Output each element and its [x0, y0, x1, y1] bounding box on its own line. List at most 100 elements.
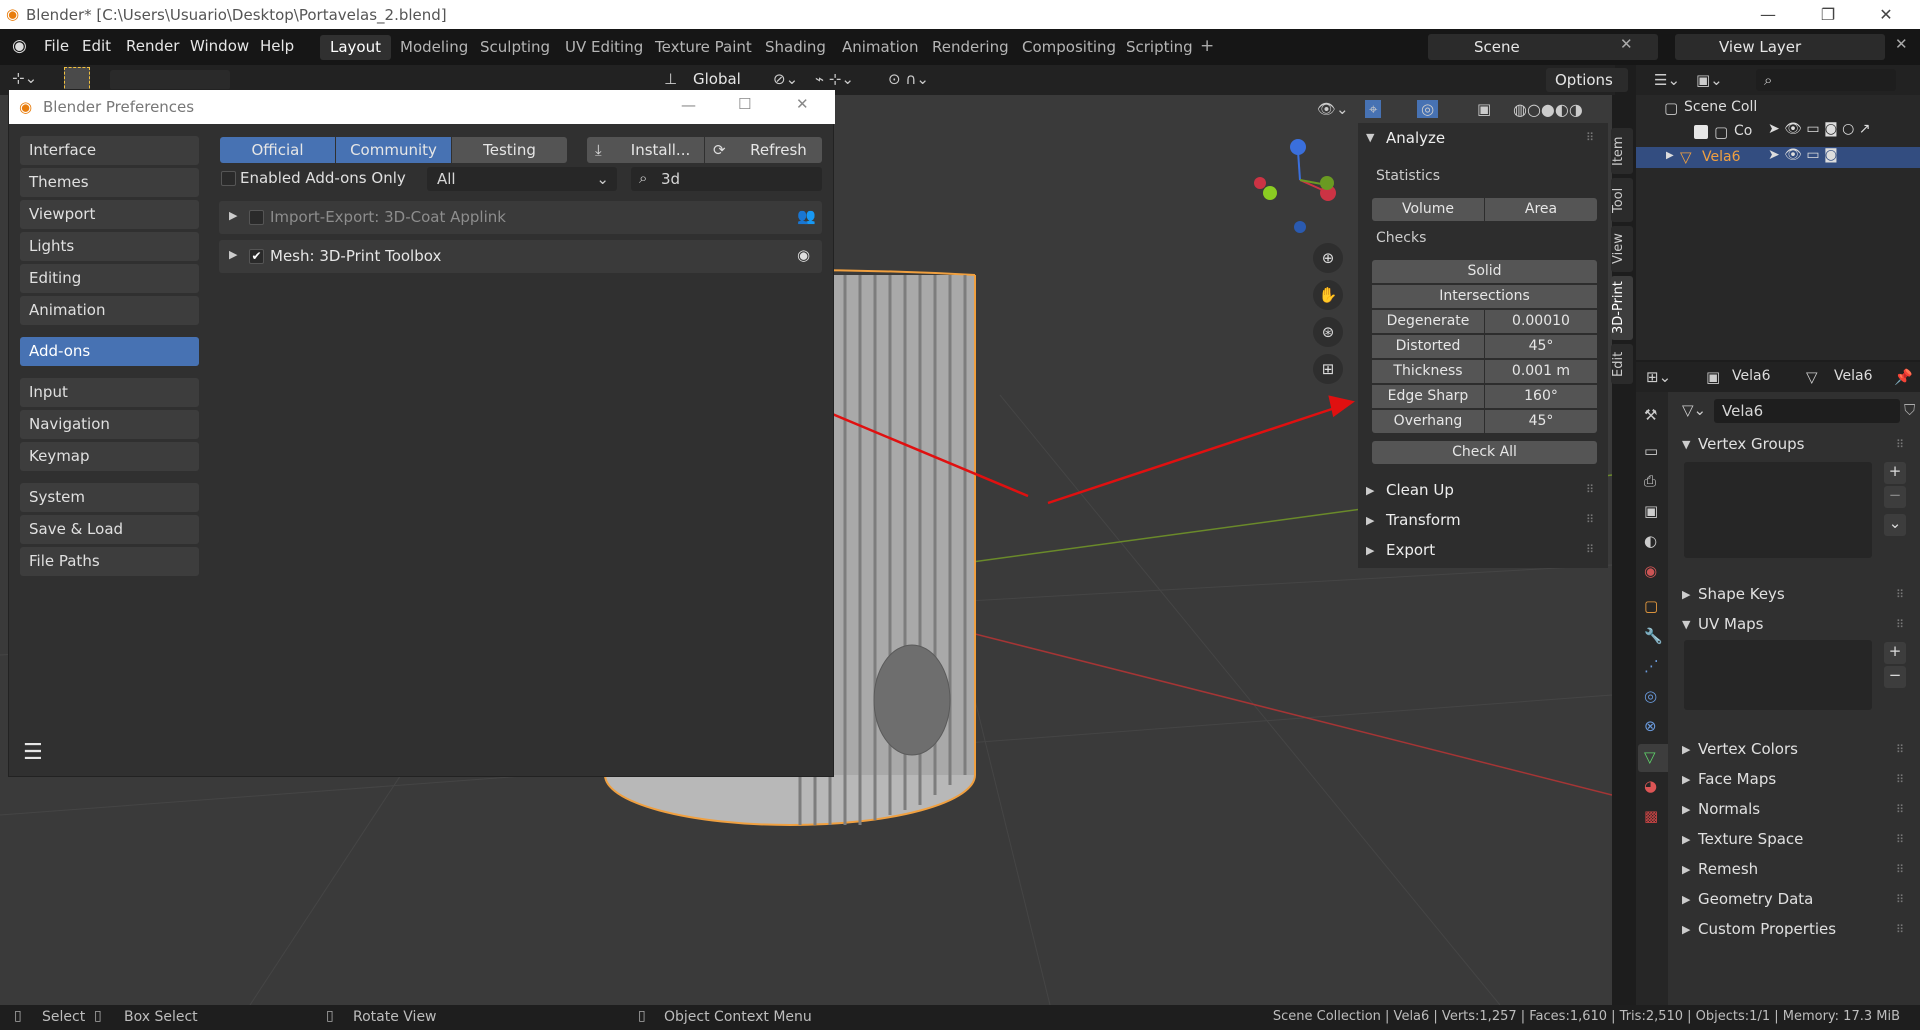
distorted-value[interactable]: 45°	[1485, 335, 1597, 358]
vertex-groups-list[interactable]	[1684, 462, 1872, 558]
install-button[interactable]: Install...	[587, 137, 704, 163]
tab-rendering[interactable]: Rendering	[922, 35, 1019, 60]
addon-row-3dcoat[interactable]: ▶ Import-Export: 3D-Coat Applink 👥	[219, 201, 822, 234]
options-dropdown[interactable]: Options ⌄	[1546, 68, 1628, 113]
thickness-value[interactable]: 0.001 m	[1485, 360, 1597, 383]
expand-arrow-icon[interactable]: ▶	[1682, 743, 1690, 756]
view-layer-tab-icon[interactable]: ▣	[1644, 502, 1658, 520]
menu-edit[interactable]: Edit	[82, 37, 111, 55]
texture-tab-icon[interactable]: ▩	[1644, 807, 1658, 825]
prefs-maximize-button[interactable]: ☐	[738, 95, 751, 113]
degenerate-value[interactable]: 0.00010	[1485, 310, 1597, 333]
category-viewport[interactable]: Viewport	[20, 200, 199, 229]
collection-checkbox[interactable]	[1694, 125, 1708, 139]
maximize-button[interactable]: ❐	[1804, 0, 1852, 29]
overhang-button[interactable]: Overhang	[1372, 410, 1484, 433]
remove-vertex-group-button[interactable]: −	[1884, 486, 1906, 508]
tab-animation[interactable]: Animation	[832, 35, 928, 60]
geometry-data-header[interactable]: Geometry Data	[1698, 890, 1813, 908]
drag-handle-icon[interactable]: ⠿	[1896, 588, 1904, 601]
expand-arrow-icon[interactable]: ▶	[1682, 923, 1690, 936]
expand-arrow-icon[interactable]: ▶	[1682, 803, 1690, 816]
category-lights[interactable]: Lights	[20, 232, 199, 261]
outliner[interactable]: ☰⌄ ▣⌄ ⌕ ▢ Scene Coll ▢ Co ➤ 👁 ▭ ◙ ○ ↗ ▶ …	[1636, 65, 1920, 360]
context-mesh-name[interactable]: Vela6	[1834, 368, 1872, 384]
add-uv-map-button[interactable]: +	[1884, 642, 1906, 664]
addon-row-3dprint[interactable]: ▶ ✔ Mesh: 3D-Print Toolbox ◉	[219, 240, 822, 273]
export-header[interactable]: Export	[1386, 541, 1435, 559]
drag-handle-icon[interactable]: ⠿	[1896, 438, 1904, 451]
prefs-close-button[interactable]: ✕	[796, 95, 809, 113]
view-layer-remove-icon[interactable]: ✕	[1895, 35, 1908, 53]
material-tab-icon[interactable]: ◕	[1644, 777, 1657, 795]
tab-compositing[interactable]: Compositing	[1012, 35, 1126, 60]
drag-handle-icon[interactable]: ⠿	[1896, 803, 1904, 816]
outliner-row-vela6[interactable]: ▶ ▽ Vela6 ➤ 👁 ▭ ◙	[1636, 147, 1920, 168]
drag-handle-icon[interactable]: ⠿	[1896, 833, 1904, 846]
snap-icon[interactable]: ⌁ ⊹⌄	[815, 70, 854, 88]
intersections-button[interactable]: Intersections	[1372, 285, 1597, 308]
object-toggle-icons[interactable]: ➤ 👁 ▭ ◙	[1768, 147, 1838, 163]
xray-icon[interactable]: ▣	[1477, 100, 1491, 118]
category-save-load[interactable]: Save & Load	[20, 515, 199, 544]
category-file-paths[interactable]: File Paths	[20, 547, 199, 576]
modifier-tab-icon[interactable]: 🔧	[1644, 627, 1663, 645]
category-filter-dropdown[interactable]: All ⌄	[427, 167, 617, 191]
transform-header[interactable]: Transform	[1386, 511, 1461, 529]
close-button[interactable]: ✕	[1862, 0, 1910, 29]
menu-help[interactable]: Help	[260, 37, 294, 55]
menu-window[interactable]: Window	[190, 37, 249, 55]
outliner-search-input[interactable]: ⌕	[1756, 69, 1896, 91]
select-mode-icons[interactable]	[110, 70, 230, 90]
mesh-data-icon[interactable]: ▽⌄	[1682, 401, 1706, 419]
tab-testing[interactable]: Testing	[452, 137, 567, 163]
area-button[interactable]: Area	[1485, 198, 1597, 221]
object-label[interactable]: Vela6	[1702, 149, 1740, 165]
remove-uv-map-button[interactable]: −	[1884, 666, 1906, 688]
blender-menu-icon[interactable]: ◉	[12, 36, 27, 56]
hamburger-menu-icon[interactable]: ☰	[23, 740, 43, 765]
degenerate-button[interactable]: Degenerate	[1372, 310, 1484, 333]
distorted-button[interactable]: Distorted	[1372, 335, 1484, 358]
shape-keys-header[interactable]: Shape Keys	[1698, 585, 1785, 603]
expand-arrow-icon[interactable]: ▶	[229, 248, 237, 261]
expand-arrow-icon[interactable]: ▶	[1666, 150, 1674, 161]
tab-shading[interactable]: Shading	[755, 35, 836, 60]
addon-search-input[interactable]: 3d	[631, 167, 822, 191]
object-tab-icon[interactable]: ▢	[1644, 597, 1658, 615]
drag-handle-icon[interactable]: ⠿	[1896, 773, 1904, 786]
viewport-shading-bar[interactable]: 👁⌄ ⌖ ◎ ▣ ◍○●◐◑	[1317, 98, 1613, 124]
shading-modes-icon[interactable]: ◍○●◐◑	[1513, 100, 1583, 119]
check-all-button[interactable]: Check All	[1372, 441, 1597, 464]
drag-handle-icon[interactable]: ⠿	[1896, 923, 1904, 936]
gizmo-toggle-icon[interactable]: ⌖	[1365, 100, 1382, 118]
pivot-icon[interactable]: ⊘⌄	[773, 70, 798, 88]
expand-arrow-icon[interactable]: ▶	[1366, 484, 1374, 497]
add-vertex-group-button[interactable]: +	[1884, 462, 1906, 484]
edge-sharp-value[interactable]: 160°	[1485, 385, 1597, 408]
collapse-arrow-icon[interactable]: ▼	[1682, 438, 1690, 451]
pan-hand-icon[interactable]: ✋	[1313, 280, 1343, 310]
scene-tab-icon[interactable]: ◐	[1644, 532, 1657, 550]
enabled-only-checkbox[interactable]	[221, 171, 236, 186]
overlay-toggle-icon[interactable]: ◎	[1417, 100, 1439, 118]
normals-header[interactable]: Normals	[1698, 800, 1760, 818]
expand-arrow-icon[interactable]: ▶	[1682, 773, 1690, 786]
vertex-colors-header[interactable]: Vertex Colors	[1698, 740, 1798, 758]
display-mode-icon[interactable]: ▣⌄	[1696, 71, 1723, 89]
editor-type-icon[interactable]: ⊹⌄	[12, 69, 48, 91]
tab-item[interactable]: Item	[1611, 128, 1633, 174]
world-tab-icon[interactable]: ◉	[1644, 562, 1657, 580]
expand-arrow-icon[interactable]: ▶	[1366, 514, 1374, 527]
uv-maps-list[interactable]	[1684, 640, 1872, 710]
remesh-header[interactable]: Remesh	[1698, 860, 1758, 878]
transform-orientation[interactable]: Global	[693, 70, 741, 88]
vertex-groups-header[interactable]: Vertex Groups	[1698, 435, 1804, 453]
category-system[interactable]: System	[20, 483, 199, 512]
drag-handle-icon[interactable]: ⠿	[1586, 543, 1594, 556]
expand-arrow-icon[interactable]: ▶	[229, 209, 237, 222]
minimize-button[interactable]: —	[1744, 0, 1792, 29]
collection-label[interactable]: Co	[1734, 123, 1752, 139]
solid-button[interactable]: Solid	[1372, 260, 1597, 283]
perspective-grid-icon[interactable]: ⊞	[1313, 354, 1343, 384]
